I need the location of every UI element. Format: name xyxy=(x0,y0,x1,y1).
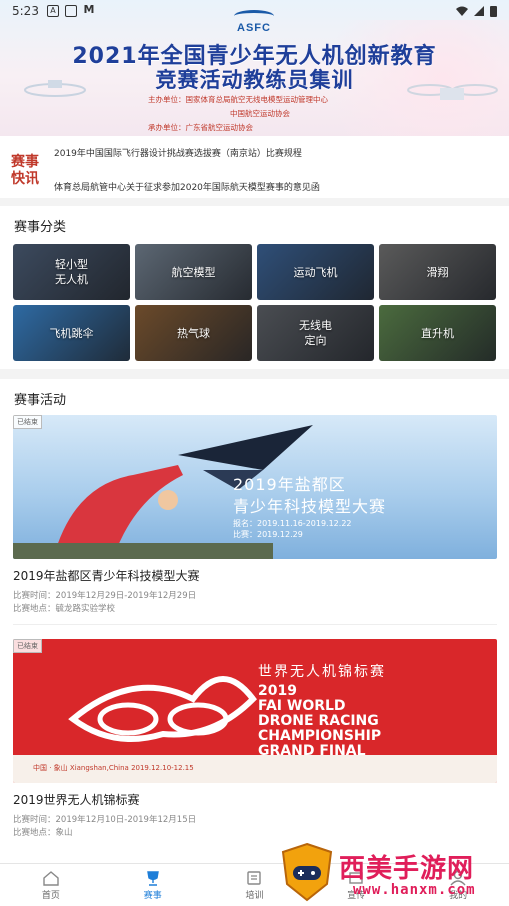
category-section-title: 赛事分类 xyxy=(14,220,67,235)
site-watermark: 西美手游网 www.hanxm.com xyxy=(279,842,501,904)
poster-cn-title: 世界无人机锦标赛 xyxy=(258,664,386,680)
category-label: 滑翔 xyxy=(426,265,449,279)
category-radio-orienteering[interactable]: 无线电 定向 xyxy=(257,305,374,361)
category-parachuting[interactable]: 飞机跳伞 xyxy=(13,305,130,361)
activity-name: 2019年盐都区青少年科技模型大赛 xyxy=(13,569,200,583)
notification-mail-icon: M xyxy=(83,3,95,16)
activity-section: 赛事活动 2019年盐都区 青少年科技模型大赛 报名：2019.11.16-20… xyxy=(0,379,509,863)
category-helicopter[interactable]: 直升机 xyxy=(379,305,496,361)
poster-date-1: 报名：2019.11.16-2019.12.22 xyxy=(233,519,352,528)
category-label: 航空模型 xyxy=(171,265,216,279)
drone-illustration-right xyxy=(407,84,498,100)
poster-date-2: 比赛：2019.12.29 xyxy=(233,530,303,539)
category-label: 运动飞机 xyxy=(293,265,338,279)
category-section: 赛事分类 轻小型 无人机 航空模型 运动飞机 滑翔 飞机跳伞 热气球 无线电 定… xyxy=(0,206,509,369)
status-badge: 已结束 xyxy=(13,415,42,429)
battery-icon xyxy=(490,6,497,17)
category-hot-air-balloon[interactable]: 热气球 xyxy=(135,305,252,361)
trophy-icon xyxy=(146,870,159,886)
category-sport-aircraft[interactable]: 运动飞机 xyxy=(257,244,374,300)
poster-en-5: GRAND FINAL xyxy=(258,743,366,759)
category-label: 直升机 xyxy=(421,326,454,340)
poster-en-2: FAI WORLD xyxy=(258,698,346,714)
watermark-title: 西美手游网 xyxy=(339,854,475,884)
poster-title-1: 2019年盐都区 xyxy=(233,475,346,494)
poster-en-3: DRONE RACING xyxy=(258,713,379,729)
wifi-icon xyxy=(456,6,468,16)
activity-card[interactable]: 世界无人机锦标赛 2019 FAI WORLD DRONE RACING CHA… xyxy=(13,639,497,838)
news-item[interactable]: 体育总局航管中心关于征求参加2020年国际航天模型赛事的意见函 xyxy=(54,180,320,193)
tab-home[interactable]: 首页 xyxy=(0,864,102,906)
poster-illustration xyxy=(13,676,497,783)
activity-time: 比赛时间：2019年12月10日-2019年12月15日 xyxy=(13,815,197,825)
status-time: 5:23 xyxy=(12,4,39,18)
news-tag: 赛事快讯 xyxy=(11,154,39,187)
notification-sim-icon xyxy=(64,5,77,17)
activity-place: 比赛地点：毓龙路实验学校 xyxy=(13,604,116,614)
activity-place: 比赛地点：象山 xyxy=(13,828,73,838)
category-label: 飞机跳伞 xyxy=(49,326,94,340)
tab-label: 培训 xyxy=(245,890,264,901)
training-icon xyxy=(247,870,262,885)
category-aeromodel[interactable]: 航空模型 xyxy=(135,244,252,300)
status-bar: 5:23 A M xyxy=(0,0,509,22)
poster-title-2: 青少年科技模型大赛 xyxy=(233,497,387,516)
banner-host: 承办单位：广东省航空运动协会 xyxy=(148,123,253,132)
poster-location: 中国 · 象山 Xiangshan,China 2019.12.10-12.15 xyxy=(33,764,194,772)
news-ticker: 赛事快讯 2019年中国国际飞行器设计挑战赛选拔赛（南京站）比赛规程 体育总局航… xyxy=(0,136,509,198)
tab-label: 赛事 xyxy=(143,890,162,901)
category-label: 热气球 xyxy=(177,326,210,340)
activity-poster: 2019年盐都区 青少年科技模型大赛 报名：2019.11.16-2019.12… xyxy=(13,415,497,559)
category-label: 轻小型 无人机 xyxy=(55,258,88,286)
poster-en-4: CHAMPIONSHIP xyxy=(258,728,382,744)
notification-a-icon: A xyxy=(46,5,59,17)
card-divider xyxy=(13,624,497,625)
banner-organizer-2: 中国航空运动协会 xyxy=(230,109,290,118)
home-icon xyxy=(43,870,59,886)
category-light-drone[interactable]: 轻小型 无人机 xyxy=(13,244,130,300)
gamepad-shield-icon xyxy=(281,842,333,902)
activity-poster: 世界无人机锦标赛 2019 FAI WORLD DRONE RACING CHA… xyxy=(13,639,497,783)
tab-events[interactable]: 赛事 xyxy=(102,864,204,906)
tab-label: 首页 xyxy=(41,890,60,901)
signal-icon xyxy=(474,6,484,16)
activity-card[interactable]: 2019年盐都区 青少年科技模型大赛 报名：2019.11.16-2019.12… xyxy=(13,415,497,614)
news-item[interactable]: 2019年中国国际飞行器设计挑战赛选拔赛（南京站）比赛规程 xyxy=(54,146,302,159)
banner-organizer: 主办单位：国家体育总局航空无线电模型运动管理中心 xyxy=(148,95,328,104)
activity-time: 比赛时间：2019年12月29日-2019年12月29日 xyxy=(13,591,197,601)
activity-name: 2019世界无人机锦标赛 xyxy=(13,793,140,807)
category-label: 无线电 定向 xyxy=(299,319,332,347)
watermark-url: www.hanxm.com xyxy=(353,882,476,898)
drone-illustration-left xyxy=(24,80,86,97)
activity-section-title: 赛事活动 xyxy=(14,393,67,408)
status-badge: 已结束 xyxy=(13,639,42,653)
poster-en-1: 2019 xyxy=(258,683,297,699)
category-gliding[interactable]: 滑翔 xyxy=(379,244,496,300)
